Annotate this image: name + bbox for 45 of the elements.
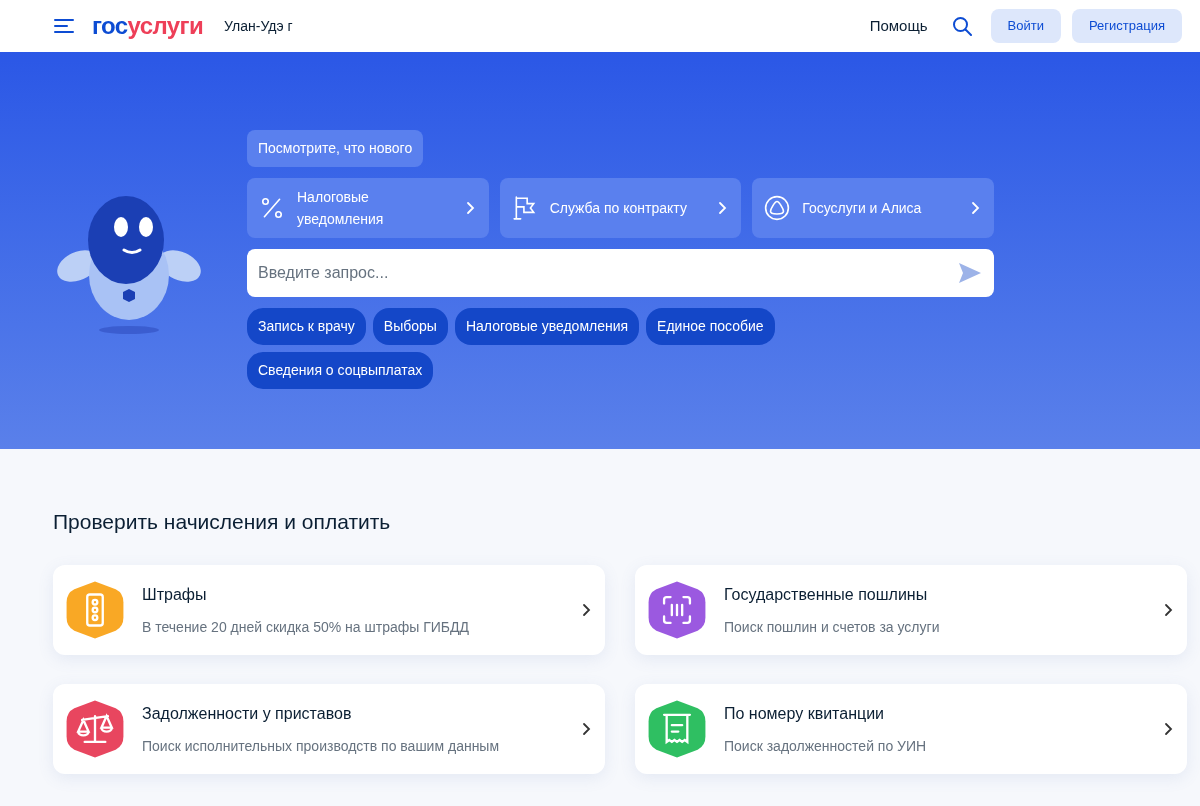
scales-icon <box>66 698 124 760</box>
login-button[interactable]: Войти <box>990 9 1061 43</box>
card-subtitle: Поиск исполнительных производств по вашим данным <box>142 736 501 756</box>
promo-card[interactable]: Госуслуги и Алиса <box>752 178 994 238</box>
percent-icon <box>259 195 285 221</box>
section-title: Проверить начисления и оплатить <box>53 511 392 532</box>
card-subtitle: Поиск пошлин и счетов за услуги <box>724 617 941 637</box>
receipt-icon <box>648 698 706 760</box>
promo-card[interactable]: Служба по контракту <box>499 178 742 238</box>
card-title: Государственные пошлины <box>724 584 929 605</box>
suggestion-chip[interactable]: Налоговые уведомления <box>454 308 640 345</box>
chevron-right-icon <box>717 201 728 215</box>
suggestion-chip[interactable]: Выборы <box>372 308 448 345</box>
service-card[interactable]: Задолженности у приставов Поиск исполнительных производств по вашим данным <box>53 684 605 774</box>
chevron-right-icon <box>581 722 591 736</box>
logo[interactable]: госуслуги <box>92 14 204 38</box>
card-title: Штрафы <box>142 584 208 605</box>
chevron-right-icon <box>1163 603 1173 617</box>
menu-icon[interactable] <box>54 18 74 34</box>
whats-new-button[interactable]: Посмотрите, что нового <box>247 130 424 167</box>
service-card[interactable]: Государственные пошлины Поиск пошлин и счетов за услуги <box>635 565 1187 655</box>
chevron-right-icon <box>1163 722 1173 736</box>
chevron-right-icon <box>970 201 980 215</box>
card-title: По номеру квитанции <box>724 703 885 724</box>
card-subtitle: Поиск задолженностей по УИН <box>724 736 928 756</box>
flag-icon <box>511 195 538 221</box>
card-subtitle: В течение 20 дней скидка 50% на штрафы ГИБДД <box>142 617 470 637</box>
city-link[interactable]: Улан-Удэ г <box>224 15 293 37</box>
promo-card[interactable]: Налоговые уведомления <box>247 178 489 238</box>
service-card[interactable]: Штрафы В течение 20 дней скидка 50% на штрафы ГИБДД <box>53 565 605 655</box>
help-link[interactable]: Помощь <box>869 14 928 38</box>
chevron-right-icon <box>581 603 591 617</box>
traffic-light-icon <box>66 579 124 641</box>
search-field[interactable]: Введите запрос... <box>258 261 958 285</box>
service-card[interactable]: По номеру квитанции Поиск задолженностей по УИН <box>635 684 1187 774</box>
suggestion-chip[interactable]: Запись к врачу <box>247 308 366 345</box>
card-title: Задолженности у приставов <box>142 703 353 724</box>
register-button[interactable]: Регистрация <box>1072 9 1182 43</box>
chevron-right-icon <box>464 201 475 215</box>
suggestion-chip[interactable]: Единое пособие <box>646 308 775 345</box>
search-icon[interactable] <box>951 16 972 36</box>
suggestion-chip[interactable]: Сведения о соцвыплатах <box>247 352 434 389</box>
ring-icon <box>764 195 791 221</box>
barcode-icon <box>648 579 706 641</box>
search-bar[interactable]: Введите запрос... <box>247 249 994 297</box>
